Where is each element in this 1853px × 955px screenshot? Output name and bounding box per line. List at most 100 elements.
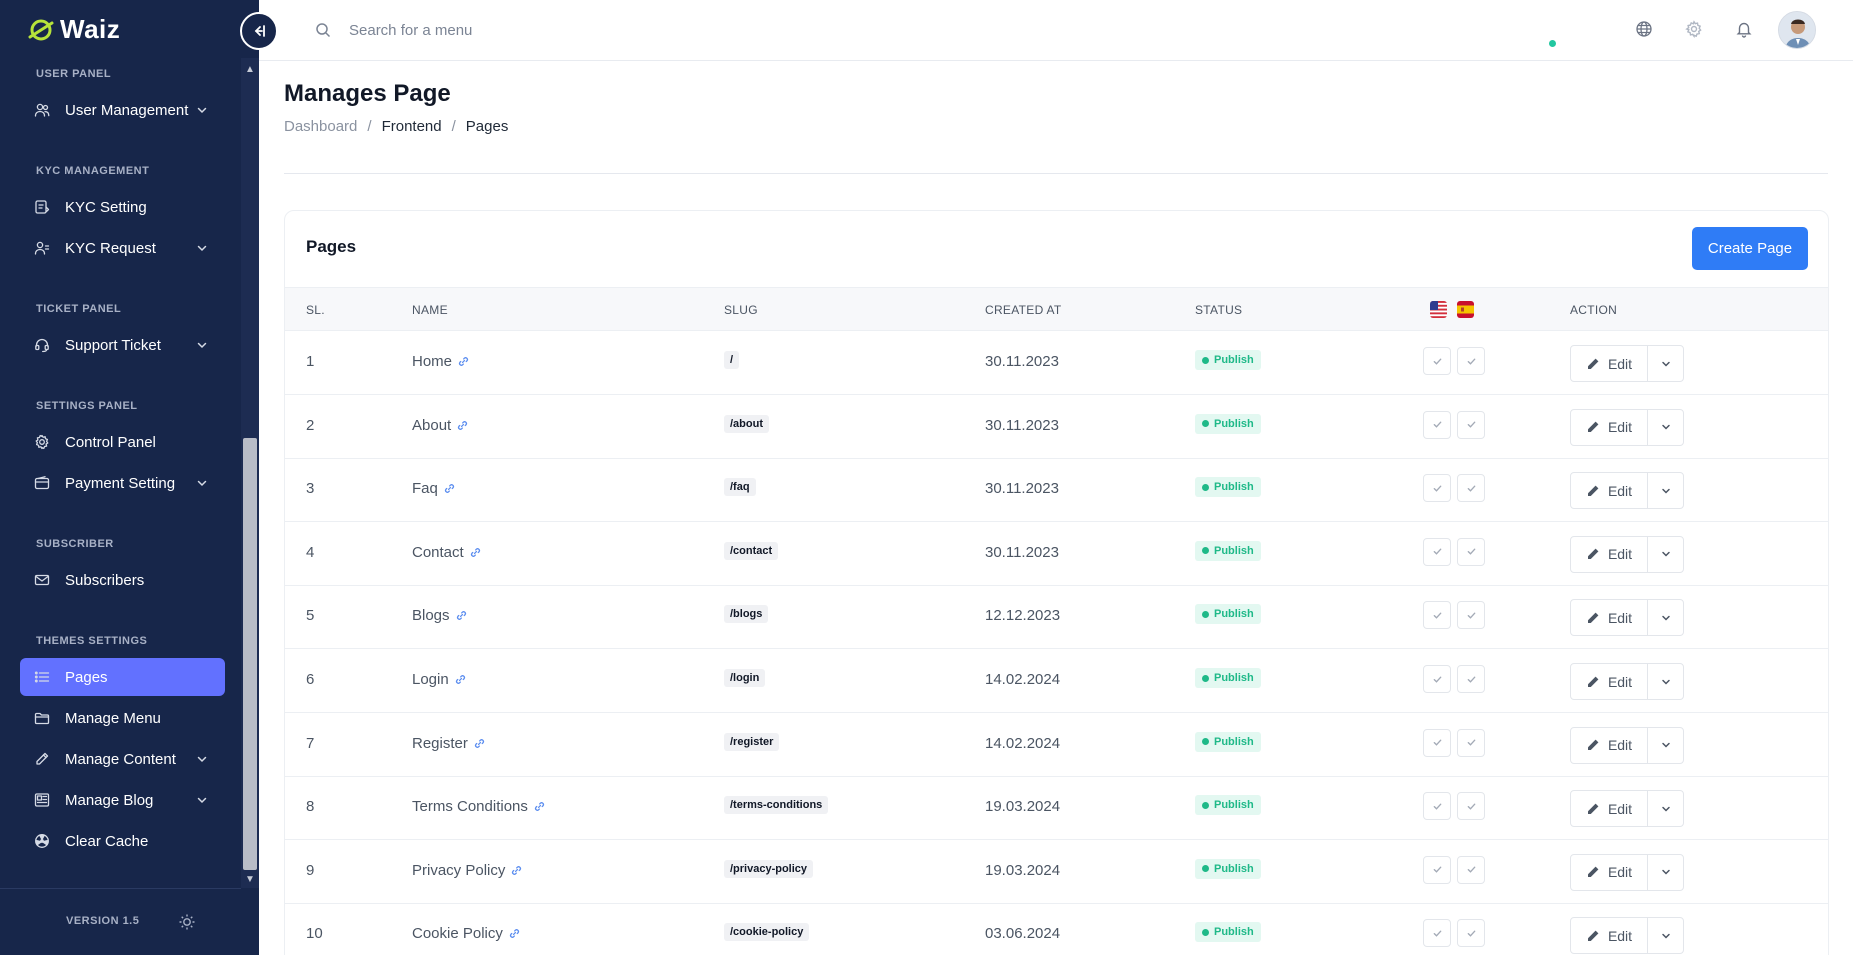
language-es-check-button[interactable] [1457, 537, 1485, 566]
gear-icon [34, 434, 50, 450]
language-es-check-button[interactable] [1457, 855, 1485, 884]
language-es-check-button[interactable] [1457, 474, 1485, 503]
table-row: 4 Contact/contact 30.11.2023 Publish Edit [285, 522, 1828, 586]
create-page-button[interactable]: Create Page [1692, 227, 1808, 270]
language-es-check-button[interactable] [1457, 919, 1485, 948]
language-en-check-button[interactable] [1423, 537, 1451, 566]
globe-icon[interactable] [1635, 20, 1653, 38]
row-name: Cookie Policy [412, 925, 520, 942]
action-dropdown-button[interactable] [1647, 345, 1684, 382]
status-dot [1202, 420, 1209, 428]
table-row: 1 Home / 30.11.2023 Publish Edit [285, 331, 1828, 395]
language-en-check-button[interactable] [1423, 728, 1451, 757]
sidebar-item-label: Manage Menu [65, 709, 161, 727]
edit-button[interactable]: Edit [1570, 345, 1648, 382]
sidebar-item-kyc-setting[interactable]: KYC Setting [20, 188, 225, 226]
sidebar-item-kyc-request[interactable]: KYC Request [20, 229, 225, 267]
link-icon[interactable] [509, 928, 520, 939]
link-icon[interactable] [444, 483, 455, 494]
list-icon [34, 669, 50, 685]
edit-button[interactable]: Edit [1570, 599, 1648, 637]
language-es-check-button[interactable] [1457, 347, 1485, 375]
edit-button[interactable]: Edit [1570, 726, 1648, 764]
row-created-at: 14.02.2024 [985, 734, 1061, 752]
edit-pencil-icon [1587, 612, 1599, 623]
sun-icon[interactable] [178, 913, 196, 931]
language-es-check-button[interactable] [1457, 410, 1485, 439]
sidebar-item-subscribers[interactable]: Subscribers [20, 561, 225, 599]
table-row: 8 Terms Conditions/terms-conditions 19.03.… [285, 776, 1828, 841]
users-icon [34, 102, 50, 118]
sidebar-item-control-panel[interactable]: Control Panel [20, 423, 225, 461]
language-es-check-button[interactable] [1457, 728, 1485, 757]
sidebar-item-pages[interactable]: Pages [20, 658, 225, 696]
language-en-check-button[interactable] [1423, 474, 1451, 503]
link-icon[interactable] [457, 420, 468, 431]
language-en-check-button[interactable] [1423, 347, 1451, 375]
check-icon [1467, 421, 1475, 428]
edit-button[interactable]: Edit [1570, 408, 1648, 446]
check-icon [1433, 930, 1441, 937]
language-en-check-button[interactable] [1423, 919, 1451, 948]
link-icon[interactable] [456, 610, 467, 621]
sidebar-collapse-button[interactable] [240, 12, 278, 50]
link-icon[interactable] [534, 801, 545, 812]
edit-button[interactable]: Edit [1570, 535, 1648, 573]
edit-button[interactable]: Edit [1570, 790, 1648, 828]
edit-button[interactable]: Edit [1570, 917, 1648, 955]
action-dropdown-button[interactable] [1647, 726, 1684, 764]
link-icon[interactable] [470, 547, 481, 558]
scroll-up-icon[interactable]: ▲ [241, 62, 259, 76]
row-created-at: 12.12.2023 [985, 607, 1061, 625]
language-en-check-button[interactable] [1423, 601, 1451, 630]
sidebar-item-clear-cache[interactable]: Clear Cache [20, 822, 225, 860]
action-dropdown-button[interactable] [1647, 599, 1684, 637]
sidebar-item-user-management[interactable]: User Management [20, 91, 225, 129]
status-label: Publish [1214, 481, 1254, 494]
sidebar-scrollbar-thumb[interactable] [243, 438, 257, 870]
link-icon[interactable] [474, 738, 485, 749]
row-slug: /login [724, 669, 766, 687]
edit-button[interactable]: Edit [1570, 853, 1648, 891]
row-name-text: Register [412, 734, 468, 752]
edit-button[interactable]: Edit [1570, 472, 1648, 510]
action-dropdown-button[interactable] [1647, 853, 1684, 891]
language-es-check-button[interactable] [1457, 792, 1485, 821]
brand-logo[interactable]: Waiz [28, 14, 120, 45]
action-dropdown-button[interactable] [1647, 663, 1684, 700]
language-en-check-button[interactable] [1423, 855, 1451, 884]
breadcrumb-dashboard[interactable]: Dashboard [284, 118, 357, 135]
action-dropdown-button[interactable] [1647, 472, 1684, 510]
row-slug: /contact [724, 541, 779, 560]
sidebar-item-support-ticket[interactable]: Support Ticket [20, 326, 225, 364]
link-icon[interactable] [511, 865, 522, 876]
action-dropdown-button[interactable] [1647, 408, 1684, 446]
sidebar-item-manage-menu[interactable]: Manage Menu [20, 699, 225, 737]
language-es-check-button[interactable] [1457, 601, 1485, 630]
language-es-check-button[interactable] [1457, 665, 1485, 693]
link-icon[interactable] [455, 674, 466, 685]
sidebar-item-label: Control Panel [65, 433, 156, 451]
search-input[interactable] [349, 14, 669, 46]
settings-gear-icon[interactable] [1685, 20, 1703, 38]
link-icon[interactable] [458, 356, 469, 367]
scroll-down-icon[interactable]: ▼ [241, 872, 259, 886]
language-en-check-button[interactable] [1423, 665, 1451, 693]
action-dropdown-button[interactable] [1647, 535, 1684, 573]
breadcrumb-frontend[interactable]: Frontend [382, 118, 442, 135]
sidebar-item-payment-setting[interactable]: Payment Setting [20, 464, 225, 502]
status-dot [1202, 483, 1209, 491]
avatar[interactable] [1778, 11, 1816, 49]
sidebar-item-manage-content[interactable]: Manage Content [20, 740, 225, 778]
edit-button[interactable]: Edit [1570, 663, 1648, 700]
language-en-check-button[interactable] [1423, 792, 1451, 821]
sidebar-item-manage-blog[interactable]: Manage Blog [20, 781, 225, 819]
bell-icon[interactable] [1735, 20, 1753, 38]
sidebar-item-label: KYC Setting [65, 198, 147, 216]
language-en-check-button[interactable] [1423, 410, 1451, 439]
row-name-text: Home [412, 353, 453, 370]
action-dropdown-button[interactable] [1647, 790, 1684, 828]
action-dropdown-button[interactable] [1647, 917, 1684, 955]
version-label: VERSION 1.5 [66, 915, 140, 927]
status-badge: Publish [1195, 413, 1261, 434]
